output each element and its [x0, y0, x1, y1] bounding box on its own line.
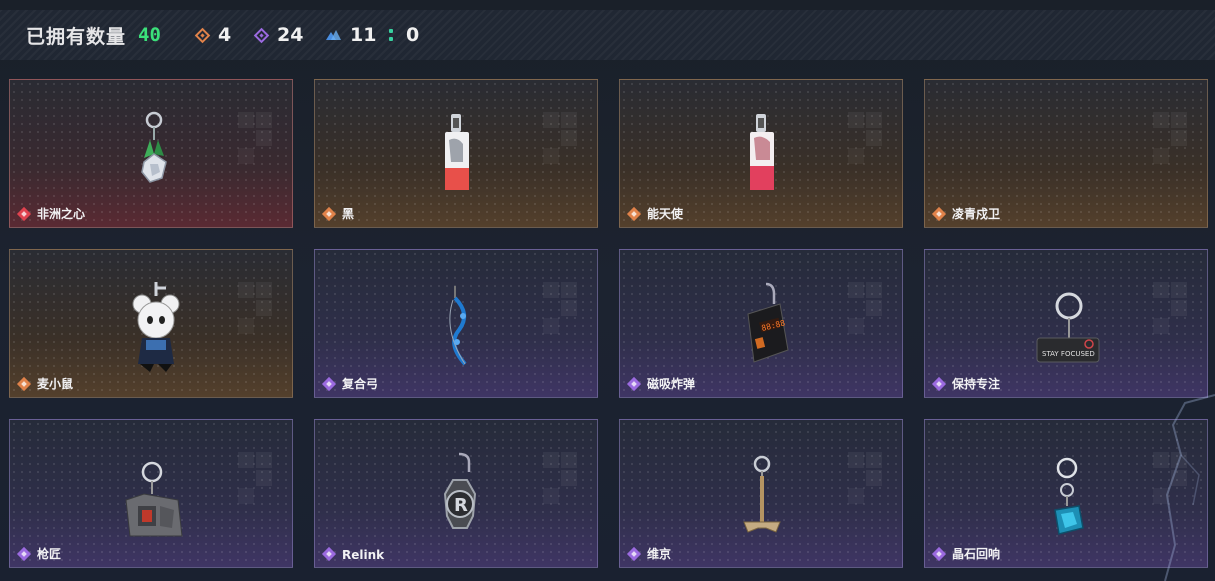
charm-name: 能天使 [647, 207, 684, 221]
charm-card[interactable]: 88:88 磁吸炸弹 [619, 249, 903, 398]
gunsmith-charm-icon [125, 461, 183, 537]
stat-purple: 24 [253, 10, 304, 60]
stat-purple-value: 24 [277, 24, 304, 46]
crystal-echo-charm-icon [1054, 457, 1084, 535]
mouse-figure-charm-icon [132, 282, 180, 372]
owned-label: 已拥有数量 [26, 25, 127, 48]
green-dots-icon [388, 27, 394, 43]
stay-focused-charm-icon: STAY FOCUSED [1036, 292, 1100, 363]
charm-card[interactable]: STAY FOCUSED 保持专注 [924, 249, 1208, 398]
orange-diamond-icon [194, 27, 211, 43]
collection-header: 已拥有数量 40 4 24 11 0 [0, 10, 1215, 60]
charm-card[interactable]: 复合弓 [314, 249, 598, 398]
charm-card[interactable]: 枪匠 [9, 419, 293, 568]
charm-name: 非洲之心 [37, 207, 86, 221]
relink-charm-icon: R [443, 452, 477, 529]
charm-card[interactable]: 能天使 [619, 79, 903, 228]
owned-count: 40 [138, 24, 161, 46]
stat-green: 0 [388, 10, 419, 60]
charm-card[interactable]: 维京 [619, 419, 903, 568]
stat-blue-value: 11 [350, 24, 377, 46]
charm-name: 麦小鼠 [37, 377, 74, 391]
stat-blue: 11 [326, 10, 376, 60]
charm-card[interactable]: 凌青戍卫 [924, 79, 1208, 228]
charm-name: 保持专注 [952, 377, 1001, 391]
charm-name: 维京 [647, 547, 672, 561]
charm-name: 凌青戍卫 [952, 207, 1001, 221]
card-charm-black-icon [445, 114, 469, 190]
charm-name: 枪匠 [37, 547, 62, 561]
stat-green-value: 0 [406, 24, 420, 46]
charm-name: 黑 [342, 207, 355, 221]
blue-triangles-icon [326, 29, 341, 41]
owned-count-group: 已拥有数量 40 [26, 10, 161, 60]
relink-letter: R [454, 495, 468, 516]
heart-of-africa-charm-icon [141, 111, 167, 183]
stay-focused-text: STAY FOCUSED [1042, 350, 1095, 358]
charm-name: 复合弓 [342, 377, 379, 391]
magnetic-bomb-charm-icon: 88:88 [747, 282, 789, 363]
charm-card[interactable]: 非洲之心 [9, 79, 293, 228]
card-charm-exusiai-icon [750, 114, 774, 190]
stat-orange: 4 [194, 10, 232, 60]
charm-card[interactable]: 晶石回响 [924, 419, 1208, 568]
purple-diamond-icon [253, 27, 270, 43]
charm-name: Relink [342, 548, 385, 562]
charm-name: 晶石回响 [952, 547, 1001, 561]
charm-card[interactable]: 麦小鼠 [9, 249, 293, 398]
charm-card[interactable]: R Relink [314, 419, 598, 568]
viking-hammer-charm-icon [743, 455, 781, 533]
compound-bow-charm-icon [449, 286, 467, 366]
charm-card[interactable]: 黑 [314, 79, 598, 228]
stat-orange-value: 4 [218, 24, 232, 46]
charm-name: 磁吸炸弹 [647, 377, 696, 391]
